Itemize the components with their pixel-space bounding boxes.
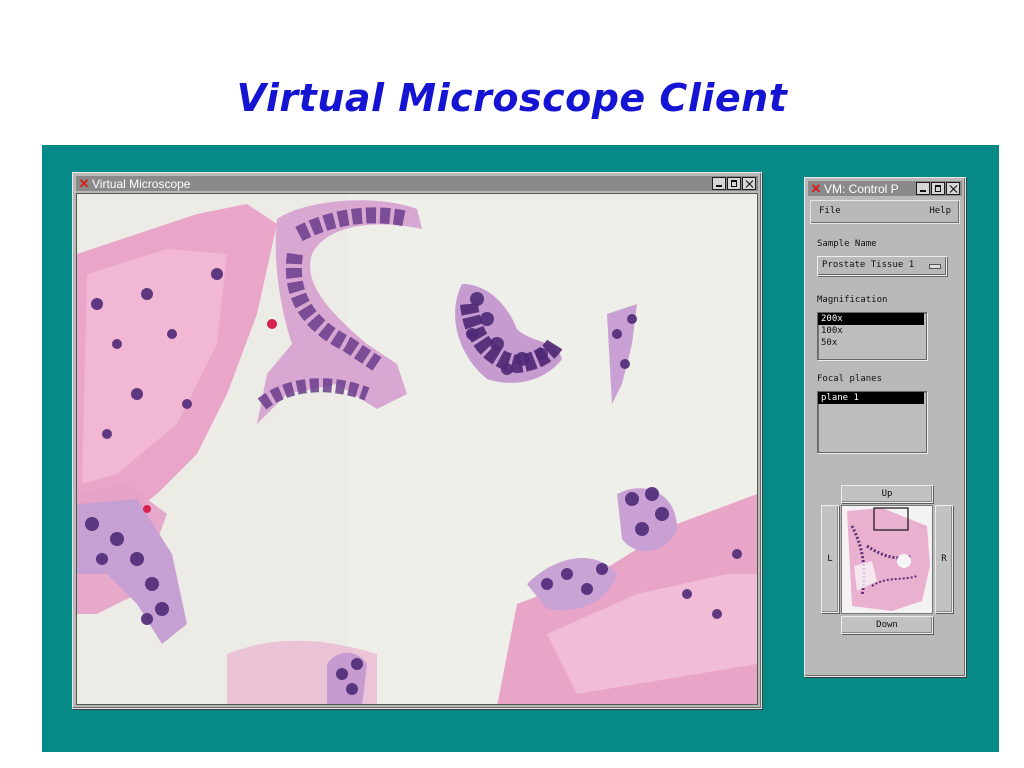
minimize-button[interactable] bbox=[712, 177, 726, 190]
virtual-microscope-titlebar[interactable]: ✕ Virtual Microscope bbox=[76, 176, 758, 191]
menu-help[interactable]: Help bbox=[929, 206, 951, 216]
window-title: Virtual Microscope bbox=[92, 177, 191, 191]
slide-title: Virtual Microscope Client bbox=[236, 76, 788, 120]
slide-overview-thumbnail[interactable] bbox=[841, 505, 933, 614]
control-panel-titlebar[interactable]: ✕ VM: Control P bbox=[808, 181, 962, 196]
menu-file[interactable]: File bbox=[819, 206, 841, 216]
microscope-image-viewport[interactable] bbox=[76, 193, 758, 705]
focal-plane-option[interactable]: plane 1 bbox=[818, 392, 924, 404]
magnification-list[interactable]: 200x 100x 50x bbox=[817, 312, 927, 360]
maximize-button[interactable] bbox=[931, 182, 945, 195]
menu-bar: File Help bbox=[810, 200, 960, 224]
overview-image bbox=[842, 506, 932, 613]
magnification-option[interactable]: 100x bbox=[818, 325, 926, 337]
x-logo-icon: ✕ bbox=[78, 176, 90, 191]
magnification-option[interactable]: 200x bbox=[818, 313, 924, 325]
sample-name-select[interactable]: Prostate Tissue 1 bbox=[817, 256, 947, 276]
pan-down-button[interactable]: Down bbox=[841, 616, 933, 634]
close-button[interactable] bbox=[742, 177, 756, 190]
pan-left-button[interactable]: L bbox=[821, 505, 839, 613]
focal-planes-list[interactable]: plane 1 bbox=[817, 391, 927, 453]
tissue-micrograph bbox=[77, 194, 757, 704]
option-menu-indicator-icon bbox=[929, 264, 941, 269]
focal-planes-label: Focal planes bbox=[817, 374, 883, 384]
maximize-button[interactable] bbox=[727, 177, 741, 190]
minimize-button[interactable] bbox=[916, 182, 930, 195]
x-logo-icon: ✕ bbox=[810, 181, 822, 196]
sample-name-label: Sample Name bbox=[817, 239, 877, 249]
pan-up-button[interactable]: Up bbox=[841, 485, 933, 503]
pan-right-button[interactable]: R bbox=[935, 505, 953, 613]
magnification-label: Magnification bbox=[817, 295, 888, 305]
sample-name-value: Prostate Tissue 1 bbox=[822, 260, 915, 270]
virtual-microscope-window: ✕ Virtual Microscope bbox=[72, 172, 762, 709]
control-panel-window: ✕ VM: Control P File Help Sample Name Pro… bbox=[804, 177, 966, 677]
desktop-background: ✕ Virtual Microscope ✕ VM: Control P Fil… bbox=[42, 145, 999, 752]
close-button[interactable] bbox=[946, 182, 960, 195]
control-panel-title: VM: Control P bbox=[824, 182, 899, 196]
magnification-option[interactable]: 50x bbox=[818, 337, 926, 349]
